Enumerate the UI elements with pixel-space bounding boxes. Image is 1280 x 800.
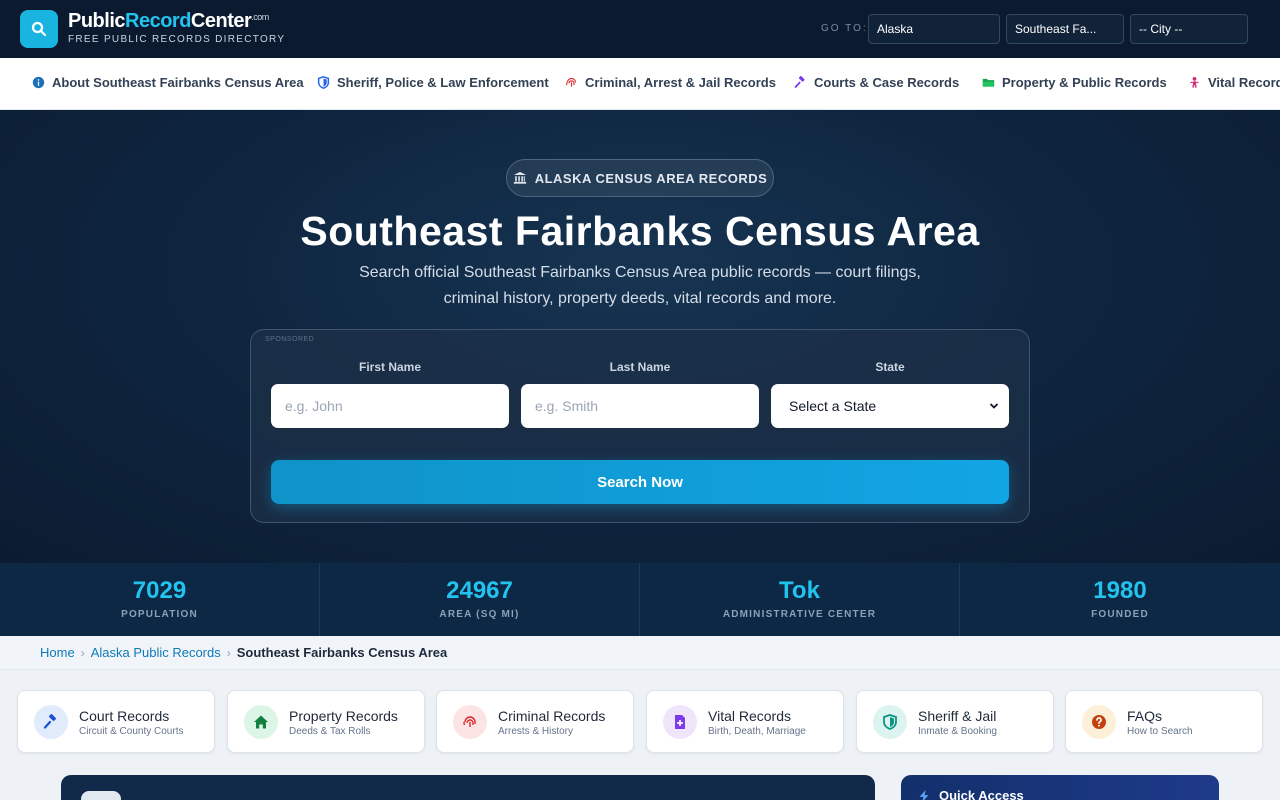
section-nav: About Southeast Fairbanks Census Area Sh… [0,58,1280,110]
nav-sheriff[interactable]: Sheriff, Police & Law Enforcement [317,75,549,90]
hero-section: ALASKA CENSUS AREA RECORDS Southeast Fai… [0,110,1280,563]
fingerprint-icon [566,77,577,87]
quick-card-vital[interactable]: Vital Records Birth, Death, Marriage [646,690,844,753]
subtitle-line-1: Search official Southeast Fairbanks Cens… [359,264,921,281]
breadcrumb-current: Southeast Fairbanks Census Area [236,645,448,660]
nav-property-label: Property & Public Records [1002,75,1167,90]
question-icon [1082,705,1116,739]
courthouse-icon [513,171,526,184]
main-content-panel [61,775,875,800]
breadcrumb-state[interactable]: Alaska Public Records [91,645,221,660]
fingerprint-icon [453,705,487,739]
quick-card-title: Property Records [289,708,398,724]
quick-access-panel: Quick Access [901,775,1219,800]
stat-admin-center: Tok ADMINISTRATIVE CENTER [640,563,960,636]
quick-card-sheriff[interactable]: Sheriff & Jail Inmate & Booking [856,690,1054,753]
stats-bar: 7029 POPULATION 24967 AREA (SQ MI) Tok A… [0,563,1280,636]
quick-card-title: FAQs [1127,708,1163,724]
stat-value: 1980 [1093,577,1147,604]
nav-criminal[interactable]: Criminal, Arrest & Jail Records [565,75,776,90]
quick-access-title: Quick Access [939,788,1024,800]
gavel-icon [794,76,805,88]
nav-about[interactable]: About Southeast Fairbanks Census Area [32,75,304,90]
state-dropdown-value: Select a State [789,398,877,414]
last-name-input[interactable]: e.g. Smith [521,384,759,428]
state-select[interactable]: Alaska [868,14,1000,44]
breadcrumb-separator: › [80,645,85,660]
chevron-down-icon [989,403,999,409]
quick-card-property[interactable]: Property Records Deeds & Tax Rolls [227,690,425,753]
stat-value: 7029 [132,577,187,604]
nav-sheriff-label: Sheriff, Police & Law Enforcement [337,75,549,90]
stat-area: 24967 AREA (SQ MI) [320,563,640,636]
first-name-input[interactable]: e.g. John [271,384,509,428]
breadcrumb: Home › Alaska Public Records › Southeast… [0,636,1280,670]
site-logo[interactable]: PublicRecordCenter.com FREE PUBLIC RECOR… [68,10,285,45]
shield-icon [317,76,330,89]
quick-card-title: Criminal Records [498,708,606,724]
file-plus-icon [663,705,697,739]
nav-courts[interactable]: Courts & Case Records [794,75,959,90]
stat-founded: 1980 FOUNDED [960,563,1280,636]
logo-search-icon[interactable] [20,10,58,48]
nav-criminal-label: Criminal, Arrest & Jail Records [585,75,776,90]
stat-label: ADMINISTRATIVE CENTER [722,609,877,620]
folder-icon [982,78,995,87]
stat-value: Tok [779,577,820,604]
nav-vital[interactable]: Vital Records [1188,75,1280,90]
city-select[interactable]: -- City -- [1130,14,1248,44]
breadcrumb-separator: › [226,645,231,660]
subtitle-line-2: criminal history, property deeds, vital … [443,290,837,307]
shield-icon [873,705,907,739]
site-name: PublicRecordCenter.com [68,10,269,32]
county-select[interactable]: Southeast Fa... [1006,14,1124,44]
state-dropdown[interactable]: Select a State [771,384,1009,428]
quick-card-subtitle: Deeds & Tax Rolls [289,726,371,737]
gavel-icon [34,705,68,739]
panel-icon [81,791,121,800]
site-tagline: FREE PUBLIC RECORDS DIRECTORY [68,34,286,45]
first-name-label: First Name [358,360,422,374]
sponsored-label: SPONSORED [265,336,315,343]
page-title: Southeast Fairbanks Census Area [300,208,980,254]
quick-card-subtitle: Circuit & County Courts [79,726,184,737]
top-header: PublicRecordCenter.com FREE PUBLIC RECOR… [0,0,1280,58]
category-badge: ALASKA CENSUS AREA RECORDS [506,159,774,197]
search-now-button[interactable]: Search Now [271,460,1009,504]
stat-population: 7029 POPULATION [0,563,320,636]
quick-card-criminal[interactable]: Criminal Records Arrests & History [436,690,634,753]
stat-label: FOUNDED [1091,609,1149,620]
quick-card-title: Sheriff & Jail [918,708,997,724]
nav-about-label: About Southeast Fairbanks Census Area [52,75,304,90]
badge-text: ALASKA CENSUS AREA RECORDS [534,170,768,186]
stat-value: 24967 [446,577,513,604]
page-subtitle: Search official Southeast Fairbanks Cens… [340,260,940,312]
nav-property[interactable]: Property & Public Records [982,75,1167,90]
goto-label: GO TO: [821,23,868,34]
bolt-icon [919,789,929,800]
info-icon [32,76,45,89]
quick-card-title: Vital Records [708,708,792,724]
nav-courts-label: Courts & Case Records [814,75,960,90]
stat-label: AREA (SQ MI) [439,609,520,620]
quick-card-title: Court Records [79,708,170,724]
nav-vital-label: Vital Records [1208,75,1280,90]
breadcrumb-home[interactable]: Home [40,645,75,660]
quick-card-subtitle: Birth, Death, Marriage [708,726,806,737]
home-icon [244,705,278,739]
quick-card-faqs[interactable]: FAQs How to Search [1065,690,1263,753]
last-name-label: Last Name [609,360,671,374]
quick-card-subtitle: Arrests & History [498,726,574,737]
state-label: State [875,360,905,374]
quick-card-court[interactable]: Court Records Circuit & County Courts [17,690,215,753]
people-search-form: SPONSORED First Name Last Name State e.g… [250,329,1030,523]
baby-icon [1190,76,1199,88]
quick-card-subtitle: How to Search [1127,726,1193,737]
quick-card-subtitle: Inmate & Booking [918,726,997,737]
stat-label: POPULATION [121,609,198,620]
